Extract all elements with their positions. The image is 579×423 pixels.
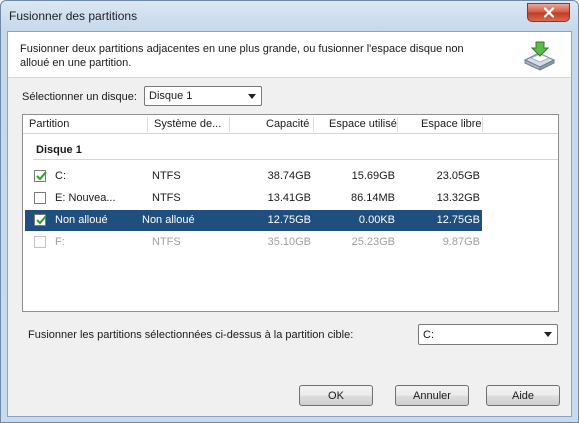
row-checkbox[interactable] [34,192,46,204]
column-divider[interactable] [482,117,483,132]
window-title: Fusionner des partitions [9,9,138,23]
column-divider[interactable] [147,117,148,132]
dialog-description: Fusionner deux partitions adjacentes en … [20,43,464,69]
column-header-free-space[interactable]: Espace libre [421,118,482,130]
target-partition-label: Fusionner les partitions sélectionnées c… [28,329,354,341]
column-divider[interactable] [313,117,314,132]
column-header-filesystem[interactable]: Système de... [154,118,221,130]
column-header-used-space[interactable]: Espace utilisé [329,118,397,130]
column-header-partition[interactable]: Partition [29,118,69,130]
checkmark-icon [36,215,47,225]
free-space: 12.75GB [436,214,480,226]
dialog-header: Fusionner deux partitions adjacentes en … [8,32,571,78]
table-header: Partition Système de... Capacité Espace … [23,115,558,134]
free-space: 9.87GB [442,236,480,248]
close-button[interactable] [527,3,570,22]
checkmark-icon [36,171,47,181]
used-space: 86.14MB [350,192,395,204]
target-partition-select[interactable]: C: [418,324,558,345]
capacity: 38.74GB [267,170,311,182]
disk-select[interactable]: Disque 1 [144,86,262,106]
partition-name: F: [55,236,65,248]
merge-partitions-dialog: Fusionner des partitions Fusionner deux … [0,0,579,423]
title-bar: Fusionner des partitions [1,1,578,31]
table-row[interactable]: Non alloué Non alloué 12.75GB 0.00KB 12.… [25,210,482,231]
free-space: 23.05GB [436,170,480,182]
help-button[interactable]: Aide [486,385,560,406]
filesystem: NTFS [152,192,181,204]
filesystem: NTFS [152,170,181,182]
row-checkbox [34,236,46,248]
partition-name: C: [55,170,66,182]
filesystem: NTFS [152,236,181,248]
column-divider[interactable] [229,117,230,132]
partition-table: Partition Système de... Capacité Espace … [22,114,559,312]
close-icon [543,7,554,18]
table-row[interactable]: E: Nouvea... NTFS 13.41GB 86.14MB 13.32G… [25,188,482,209]
row-checkbox[interactable] [34,214,47,226]
disk-group-label: Disque 1 [36,144,82,156]
capacity: 12.75GB [267,214,311,226]
disk-selector-label: Sélectionner un disque: [22,91,137,103]
used-space: 15.69GB [351,170,395,182]
chevron-down-icon [544,332,552,337]
column-header-capacity[interactable]: Capacité [266,118,309,130]
target-select-value: C: [423,328,434,341]
merge-partition-icon [523,41,556,71]
capacity: 13.41GB [267,192,311,204]
dialog-client-area: Fusionner deux partitions adjacentes en … [7,31,572,417]
partition-name: Non alloué [55,214,108,226]
used-space: 25.23GB [351,236,395,248]
row-checkbox[interactable] [34,170,47,182]
free-space: 13.32GB [436,192,480,204]
cancel-button[interactable]: Annuler [395,385,469,406]
table-row[interactable]: C: NTFS 38.74GB 15.69GB 23.05GB [25,166,482,187]
chevron-down-icon [248,94,256,99]
group-divider [33,159,558,160]
table-row: F: NTFS 35.10GB 25.23GB 9.87GB [25,232,482,253]
disk-select-value: Disque 1 [149,90,193,102]
ok-button[interactable]: OK [299,385,373,406]
partition-name: E: Nouvea... [55,192,116,204]
capacity: 35.10GB [267,236,311,248]
column-divider[interactable] [397,117,398,132]
used-space: 0.00KB [358,214,395,226]
filesystem: Non alloué [142,214,195,226]
